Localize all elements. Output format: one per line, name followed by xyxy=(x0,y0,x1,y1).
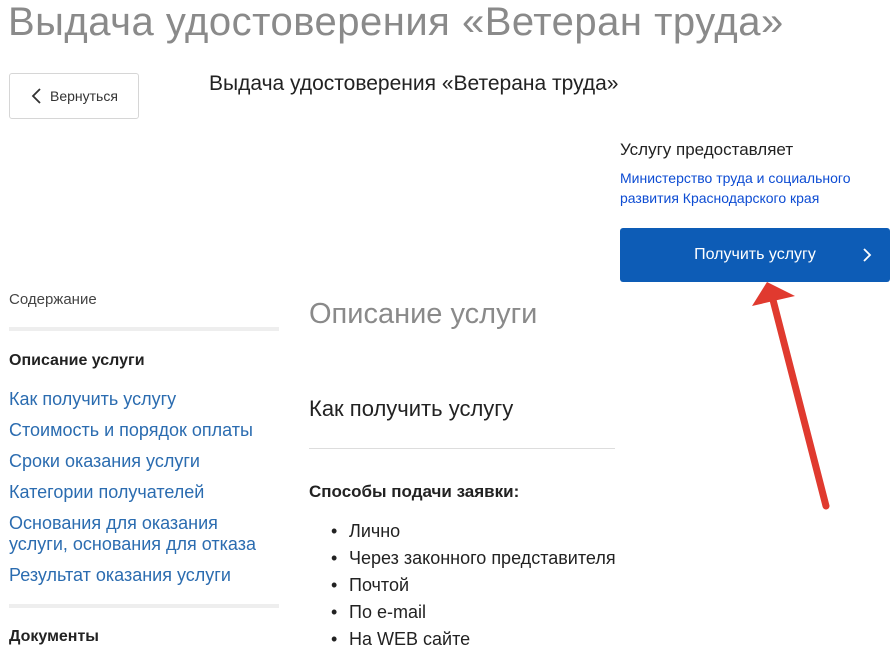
back-button[interactable]: Вернуться xyxy=(9,73,139,119)
provider-link[interactable]: Министерство труда и социального развити… xyxy=(620,168,880,208)
service-heading: Выдача удостоверения «Ветерана труда» xyxy=(209,72,619,95)
toc-list: Как получить услугу Стоимость и порядок … xyxy=(9,389,279,596)
bullet-icon: • xyxy=(331,548,338,568)
chevron-left-icon xyxy=(30,87,44,105)
section-title: Описание услуги xyxy=(309,298,538,330)
page-title: Выдача удостоверения «Ветеран труда» xyxy=(8,0,784,44)
bullet-icon: • xyxy=(331,602,338,622)
methods-list: • Лично • Через законного представителя • П… xyxy=(331,518,616,652)
subsection-title: Как получить услугу xyxy=(309,396,514,421)
back-button-label: Вернуться xyxy=(50,88,118,104)
toc-active-item[interactable]: Описание услуги xyxy=(9,352,145,370)
toc-item-how-to-get[interactable]: Как получить услугу xyxy=(9,389,279,410)
chevron-right-icon xyxy=(862,246,872,264)
toc-divider-bottom xyxy=(9,604,279,608)
toc-divider-top xyxy=(9,327,279,331)
toc-title: Содержание xyxy=(9,291,97,308)
bullet-icon: • xyxy=(331,629,338,649)
list-item: • По e-mail xyxy=(331,599,616,626)
toc-documents[interactable]: Документы xyxy=(9,628,99,646)
list-item: • Через законного представителя xyxy=(331,545,616,572)
bullet-icon: • xyxy=(331,575,338,595)
toc-item-result[interactable]: Результат оказания услуги xyxy=(9,565,279,586)
list-item: • Лично xyxy=(331,518,616,545)
toc-item-recipients[interactable]: Категории получателей xyxy=(9,482,279,503)
list-item: • Почтой xyxy=(331,572,616,599)
get-service-button[interactable]: Получить услугу xyxy=(620,228,890,282)
content-divider xyxy=(309,448,615,449)
toc-item-grounds[interactable]: Основания для оказания услуги, основания… xyxy=(9,513,279,555)
list-item: • На WEB сайте xyxy=(331,626,616,652)
toc-item-cost[interactable]: Стоимость и порядок оплаты xyxy=(9,420,279,441)
methods-title: Способы подачи заявки: xyxy=(309,482,520,501)
toc-item-terms[interactable]: Сроки оказания услуги xyxy=(9,451,279,472)
provider-title: Услугу предоставляет xyxy=(620,140,794,159)
bullet-icon: • xyxy=(331,521,338,541)
get-service-button-label: Получить услугу xyxy=(694,246,816,263)
